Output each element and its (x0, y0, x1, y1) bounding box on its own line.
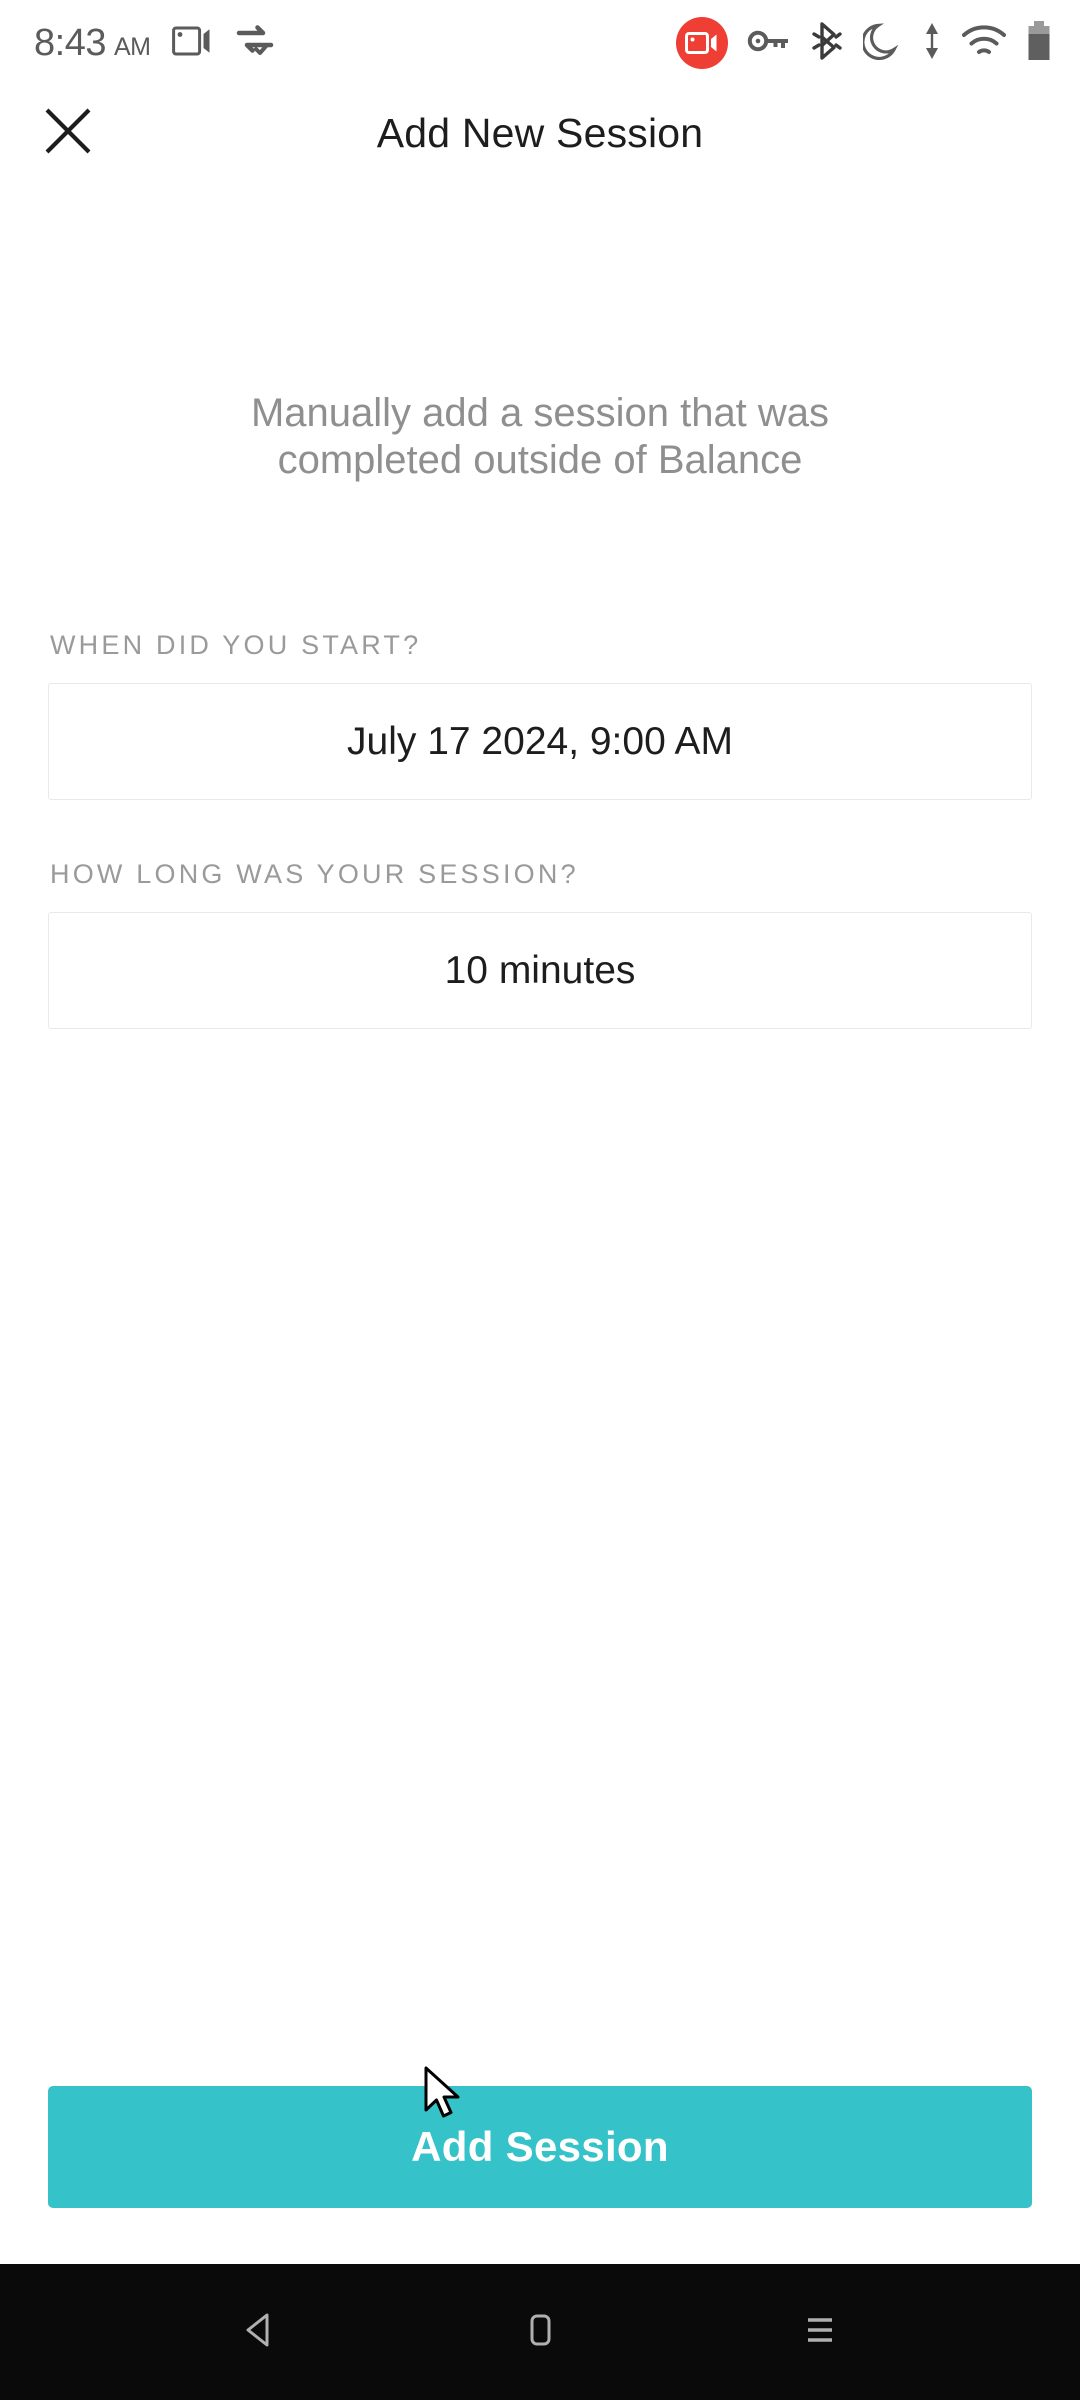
form-field-gap (48, 800, 1032, 859)
session-form: WHEN DID YOU START? July 17 2024, 9:00 A… (48, 630, 1032, 1030)
clock-time: 8:43 (34, 21, 106, 64)
back-icon (236, 2306, 284, 2359)
nav-home-button[interactable] (485, 2277, 595, 2387)
session-duration-group: HOW LONG WAS YOUR SESSION? 10 minutes (48, 859, 1032, 1030)
close-icon (42, 105, 94, 162)
close-button[interactable] (32, 97, 104, 169)
session-duration-field[interactable]: 10 minutes (48, 912, 1032, 1030)
wifi-icon (961, 23, 1007, 64)
data-saver-icon (234, 23, 276, 64)
start-datetime-group: WHEN DID YOU START? July 17 2024, 9:00 A… (48, 630, 1032, 801)
phone-screen: 8:43 AM Add New Session Manually add a s… (0, 0, 1080, 2400)
nav-back-button[interactable] (205, 2277, 315, 2387)
start-datetime-value: July 17 2024, 9:00 AM (347, 719, 733, 763)
session-duration-label: HOW LONG WAS YOUR SESSION? (50, 859, 579, 890)
home-icon (516, 2306, 564, 2359)
subtitle: Manually add a session that was complete… (48, 390, 1032, 484)
screen-record-icon (676, 17, 728, 69)
clock-ampm: AM (113, 32, 151, 61)
status-bar-clock: 8:43 AM (34, 21, 151, 65)
battery-icon (1026, 20, 1052, 67)
add-session-label: Add Session (411, 2123, 669, 2170)
status-bar: 8:43 AM (0, 0, 1080, 86)
vpn-key-icon (747, 27, 791, 60)
status-bar-right (676, 17, 1052, 69)
app-header: Add New Session (0, 86, 1080, 180)
recents-icon (796, 2306, 844, 2359)
data-transfer-icon (922, 20, 942, 67)
subtitle-line-2: completed outside of Balance (277, 438, 803, 483)
start-datetime-label: WHEN DID YOU START? (50, 630, 422, 661)
cta-container: Add Session (48, 2086, 1032, 2208)
main-content: Manually add a session that was complete… (0, 180, 1080, 2264)
bluetooth-icon (810, 21, 844, 66)
page-title: Add New Session (376, 109, 704, 156)
add-session-button[interactable]: Add Session (48, 2086, 1032, 2208)
status-bar-left: 8:43 AM (34, 22, 276, 65)
session-duration-value: 10 minutes (444, 948, 636, 992)
subtitle-line-1: Manually add a session that was (250, 391, 830, 435)
start-datetime-field[interactable]: July 17 2024, 9:00 AM (48, 683, 1032, 801)
android-nav-bar (0, 2264, 1080, 2400)
nav-recents-button[interactable] (765, 2277, 875, 2387)
screen-cast-icon (172, 24, 212, 63)
do-not-disturb-icon (861, 20, 903, 67)
